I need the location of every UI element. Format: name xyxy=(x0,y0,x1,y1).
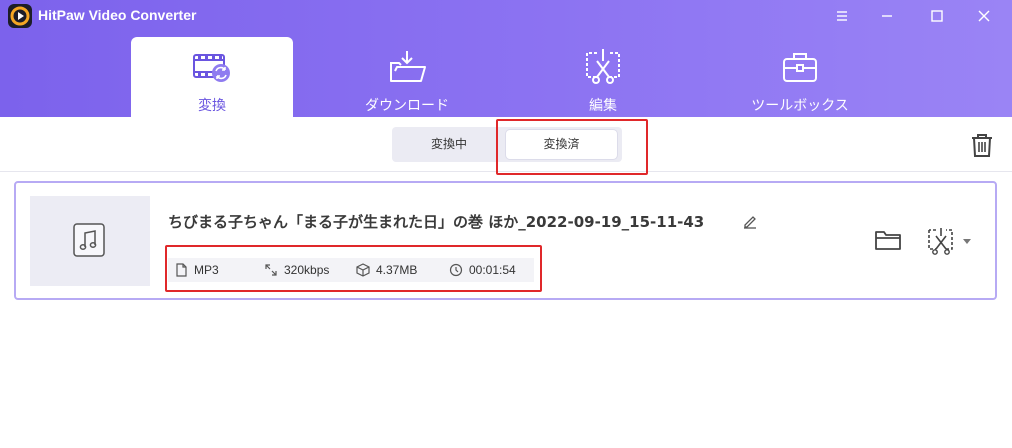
tab-download-label: ダウンロード xyxy=(365,98,449,114)
file-name: ちびまる子ちゃん「まる子が生まれた日」の巻 ほか_2022-09-19_15-1… xyxy=(168,213,705,231)
rename-pencil-icon[interactable] xyxy=(742,213,758,229)
tab-toolbox-label: ツールボックス xyxy=(751,98,849,114)
close-icon[interactable] xyxy=(971,4,997,28)
edit-cut-icon xyxy=(583,49,623,85)
tab-convert-label: 変換 xyxy=(198,98,226,114)
title-bar: HitPaw Video Converter xyxy=(0,0,1012,32)
convert-icon xyxy=(192,49,232,85)
tab-toolbox[interactable]: ツールボックス xyxy=(719,37,881,117)
file-thumbnail xyxy=(30,196,150,286)
tab-edit[interactable]: 編集 xyxy=(522,37,684,117)
tab-converting[interactable]: 変換中 xyxy=(396,130,502,159)
trash-icon[interactable] xyxy=(970,132,994,158)
download-icon xyxy=(387,49,427,85)
open-folder-icon[interactable] xyxy=(874,229,902,251)
app-logo xyxy=(8,4,32,28)
minimize-icon[interactable] xyxy=(874,4,900,28)
edit-dropdown-button[interactable] xyxy=(926,227,976,255)
app-header: HitPaw Video Converter 変換 ダウンロード 編集 ツールボ… xyxy=(0,0,1012,117)
tab-convert[interactable]: 変換 xyxy=(131,37,293,117)
highlight-box-converted-tab xyxy=(496,119,648,175)
toolbox-icon xyxy=(780,49,820,85)
highlight-box-meta xyxy=(165,245,542,292)
menu-icon[interactable] xyxy=(829,4,855,28)
tab-edit-label: 編集 xyxy=(589,98,617,114)
music-note-icon xyxy=(73,223,105,257)
app-title: HitPaw Video Converter xyxy=(38,7,197,23)
tab-download[interactable]: ダウンロード xyxy=(326,37,488,117)
maximize-icon[interactable] xyxy=(924,4,950,28)
